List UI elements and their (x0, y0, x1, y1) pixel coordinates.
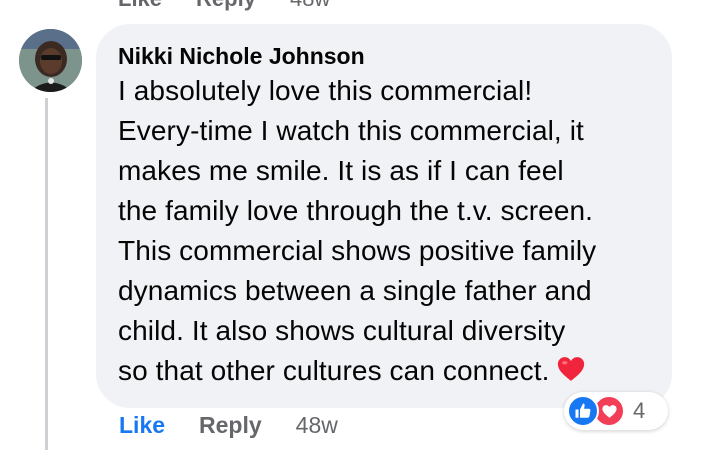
comment-text: I absolutely love this commercial! Every… (118, 75, 597, 386)
like-link[interactable]: Like (119, 412, 165, 439)
comment-actions: Like Reply 48w (119, 412, 338, 439)
previous-timestamp[interactable]: 48w (290, 0, 330, 12)
previous-like-link[interactable]: Like (118, 0, 162, 12)
previous-reply-link[interactable]: Reply (196, 0, 256, 12)
avatar-photo (19, 29, 82, 92)
previous-comment-actions: Like Reply 48w (118, 0, 330, 12)
comment-timestamp[interactable]: 48w (296, 412, 338, 439)
reaction-summary[interactable]: 4 (564, 392, 668, 430)
comment-bubble: Nikki Nichole Johnson I absolutely love … (96, 24, 672, 408)
like-icon (567, 395, 599, 427)
reaction-count: 4 (633, 398, 646, 423)
comment-author[interactable]: Nikki Nichole Johnson (118, 41, 650, 71)
avatar[interactable] (19, 29, 82, 92)
thread-line (45, 98, 48, 450)
comment-body: I absolutely love this commercial! Every… (118, 71, 650, 391)
heart-emoji-icon (557, 357, 584, 381)
reply-link[interactable]: Reply (199, 412, 262, 439)
